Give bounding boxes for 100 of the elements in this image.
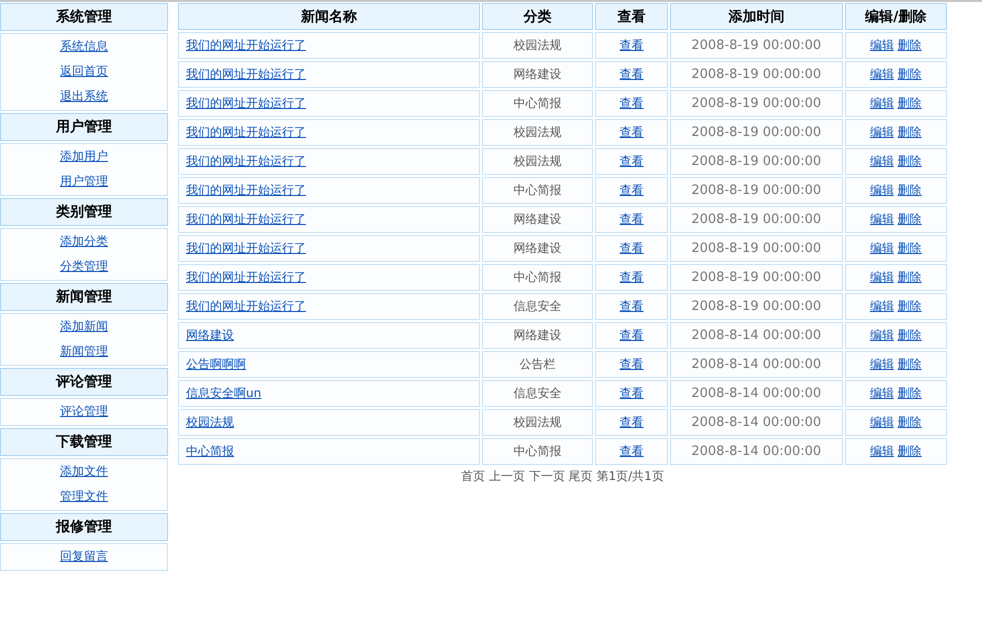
delete-link[interactable]: 删除 xyxy=(898,444,922,458)
edit-link[interactable]: 编辑 xyxy=(870,67,894,81)
date-text: 2008-8-19 00:00:00 xyxy=(691,67,822,82)
date-text: 2008-8-19 00:00:00 xyxy=(691,212,822,227)
sidebar-link[interactable]: 退出系统 xyxy=(60,84,108,109)
delete-link[interactable]: 删除 xyxy=(898,328,922,342)
sidebar-link[interactable]: 分类管理 xyxy=(60,254,108,279)
date-text: 2008-8-14 00:00:00 xyxy=(691,415,822,430)
delete-link[interactable]: 删除 xyxy=(898,183,922,197)
edit-link[interactable]: 编辑 xyxy=(870,444,894,458)
delete-link[interactable]: 删除 xyxy=(898,96,922,110)
sidebar-heading: 报修管理 xyxy=(0,513,168,541)
news-title-link[interactable]: 我们的网址开始运行了 xyxy=(186,38,306,52)
edit-link[interactable]: 编辑 xyxy=(870,241,894,255)
date-text: 2008-8-14 00:00:00 xyxy=(691,386,822,401)
edit-link[interactable]: 编辑 xyxy=(870,386,894,400)
news-title-link[interactable]: 我们的网址开始运行了 xyxy=(186,125,306,139)
date-text: 2008-8-14 00:00:00 xyxy=(691,328,822,343)
date-text: 2008-8-19 00:00:00 xyxy=(691,241,822,256)
column-header: 添加时间 xyxy=(670,3,843,30)
view-link[interactable]: 查看 xyxy=(620,125,644,139)
edit-link[interactable]: 编辑 xyxy=(870,183,894,197)
category-cell: 校园法规 xyxy=(482,148,594,175)
news-title-link[interactable]: 信息安全啊un xyxy=(186,386,262,400)
news-title-link[interactable]: 我们的网址开始运行了 xyxy=(186,67,306,81)
edit-link[interactable]: 编辑 xyxy=(870,96,894,110)
sidebar-link[interactable]: 添加分类 xyxy=(60,229,108,254)
view-link[interactable]: 查看 xyxy=(620,38,644,52)
news-title-link[interactable]: 我们的网址开始运行了 xyxy=(186,212,306,226)
news-title-link[interactable]: 网络建设 xyxy=(186,328,234,342)
view-link[interactable]: 查看 xyxy=(620,299,644,313)
view-link[interactable]: 查看 xyxy=(620,357,644,371)
edit-link[interactable]: 编辑 xyxy=(870,38,894,52)
category-cell: 校园法规 xyxy=(482,119,594,146)
date-text: 2008-8-19 00:00:00 xyxy=(691,154,822,169)
sidebar-link[interactable]: 评论管理 xyxy=(60,399,108,424)
view-link[interactable]: 查看 xyxy=(620,386,644,400)
view-link[interactable]: 查看 xyxy=(620,444,644,458)
delete-link[interactable]: 删除 xyxy=(898,357,922,371)
news-title-link[interactable]: 我们的网址开始运行了 xyxy=(186,183,306,197)
column-header: 查看 xyxy=(595,3,668,30)
sidebar-heading: 评论管理 xyxy=(0,368,168,396)
news-title-link[interactable]: 我们的网址开始运行了 xyxy=(186,270,306,284)
sidebar-heading: 类别管理 xyxy=(0,198,168,226)
edit-link[interactable]: 编辑 xyxy=(870,125,894,139)
edit-link[interactable]: 编辑 xyxy=(870,270,894,284)
sidebar-link[interactable]: 新闻管理 xyxy=(60,339,108,364)
delete-link[interactable]: 删除 xyxy=(898,67,922,81)
view-link[interactable]: 查看 xyxy=(620,183,644,197)
sidebar-link[interactable]: 系统信息 xyxy=(60,34,108,59)
date-text: 2008-8-14 00:00:00 xyxy=(691,357,822,372)
delete-link[interactable]: 删除 xyxy=(898,270,922,284)
edit-link[interactable]: 编辑 xyxy=(870,154,894,168)
news-title-link[interactable]: 校园法规 xyxy=(186,415,234,429)
delete-link[interactable]: 删除 xyxy=(898,386,922,400)
view-link[interactable]: 查看 xyxy=(620,241,644,255)
date-text: 2008-8-19 00:00:00 xyxy=(691,96,822,111)
news-title-link[interactable]: 我们的网址开始运行了 xyxy=(186,241,306,255)
pagination-text: 首页 上一页 下一页 尾页 第1页/共1页 xyxy=(461,468,664,485)
view-link[interactable]: 查看 xyxy=(620,270,644,284)
delete-link[interactable]: 删除 xyxy=(898,299,922,313)
news-title-link[interactable]: 中心简报 xyxy=(186,444,234,458)
view-link[interactable]: 查看 xyxy=(620,96,644,110)
sidebar-heading: 新闻管理 xyxy=(0,283,168,311)
category-cell: 校园法规 xyxy=(482,32,594,59)
sidebar-link[interactable]: 添加用户 xyxy=(60,144,108,169)
edit-link[interactable]: 编辑 xyxy=(870,299,894,313)
news-title-link[interactable]: 公告啊啊啊 xyxy=(186,357,246,371)
sidebar-link[interactable]: 添加新闻 xyxy=(60,314,108,339)
category-cell: 中心简报 xyxy=(482,438,594,465)
edit-link[interactable]: 编辑 xyxy=(870,212,894,226)
view-link[interactable]: 查看 xyxy=(620,154,644,168)
delete-link[interactable]: 删除 xyxy=(898,241,922,255)
sidebar-link[interactable]: 回复留言 xyxy=(60,544,108,569)
sidebar-link[interactable]: 返回首页 xyxy=(60,59,108,84)
category-cell: 网络建设 xyxy=(482,206,594,233)
category-cell: 网络建设 xyxy=(482,61,594,88)
news-title-link[interactable]: 我们的网址开始运行了 xyxy=(186,299,306,313)
news-title-link[interactable]: 我们的网址开始运行了 xyxy=(186,96,306,110)
view-link[interactable]: 查看 xyxy=(620,328,644,342)
column-header: 新闻名称 xyxy=(178,3,480,30)
edit-link[interactable]: 编辑 xyxy=(870,328,894,342)
sidebar-link[interactable]: 用户管理 xyxy=(60,169,108,194)
category-cell: 中心简报 xyxy=(482,264,594,291)
sidebar-link[interactable]: 管理文件 xyxy=(60,484,108,509)
sidebar-heading: 下载管理 xyxy=(0,428,168,456)
delete-link[interactable]: 删除 xyxy=(898,154,922,168)
view-link[interactable]: 查看 xyxy=(620,67,644,81)
category-cell: 信息安全 xyxy=(482,293,594,320)
delete-link[interactable]: 删除 xyxy=(898,212,922,226)
view-link[interactable]: 查看 xyxy=(620,212,644,226)
column-header: 编辑/删除 xyxy=(844,3,947,30)
sidebar-link[interactable]: 添加文件 xyxy=(60,459,108,484)
news-title-link[interactable]: 我们的网址开始运行了 xyxy=(186,154,306,168)
view-link[interactable]: 查看 xyxy=(620,415,644,429)
delete-link[interactable]: 删除 xyxy=(898,125,922,139)
delete-link[interactable]: 删除 xyxy=(898,38,922,52)
edit-link[interactable]: 编辑 xyxy=(870,357,894,371)
delete-link[interactable]: 删除 xyxy=(898,415,922,429)
edit-link[interactable]: 编辑 xyxy=(870,415,894,429)
